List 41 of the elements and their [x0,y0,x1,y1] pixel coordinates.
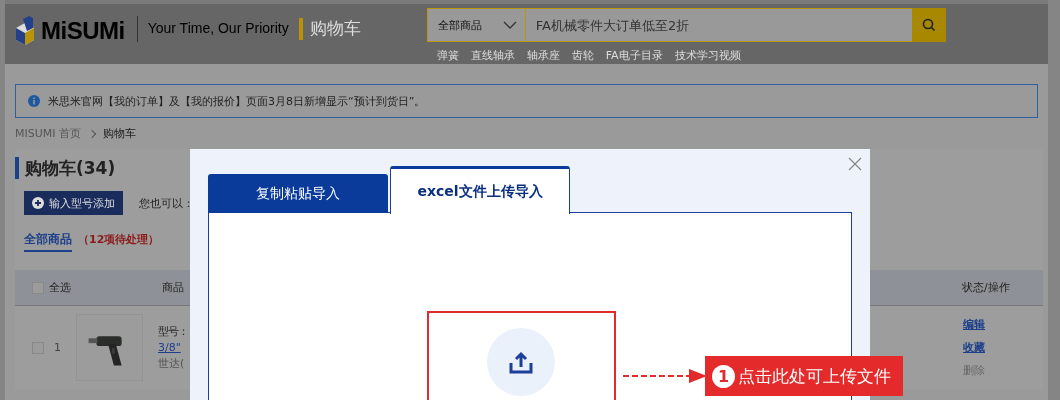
row-number: 1 [53,341,62,354]
quick-link[interactable]: 齿轮 [571,48,594,63]
upload-icon [509,350,533,374]
step-number: 1 [712,364,735,388]
add-by-model-button[interactable]: 输入型号添加 [24,191,123,215]
notice-text: 米思米官网【我的订单】及【我的报价】页面3月8日新增显示“预计到货日”。 [48,93,426,109]
breadcrumb-link[interactable]: 购物车 [103,126,136,141]
model-label: 型号： [158,324,188,339]
chevron-down-icon [502,21,517,29]
slogan: Your Time, Our Priority [147,20,289,36]
search-field[interactable]: FA机械零件大订单低至2折 [525,8,912,42]
product-link[interactable]: 3/8" [158,341,188,354]
quick-link[interactable]: FA电子目录 [605,48,663,63]
column-header: 商品 [162,280,185,295]
dialog-tab[interactable]: 复制粘贴导入 [208,174,388,213]
cart-tab[interactable]: 全部商品 [24,231,72,252]
upload-area[interactable] [426,311,616,400]
close-icon [848,157,862,171]
dialog-tab[interactable]: excel文件上传导入 [390,166,570,214]
pending-count: （12项待处理） [78,232,160,247]
also-label: 您也可以： [139,195,194,211]
logo[interactable]: MiSUMi [41,17,125,45]
select-all-label: 全选 [49,280,71,295]
quick-link[interactable]: 技术学习视频 [674,48,741,63]
brand-text: 世达( [158,356,186,371]
search-icon [921,18,936,32]
column-header: 状态/操作 [962,280,1010,295]
quick-link[interactable]: 轴承座 [526,48,560,63]
action-link[interactable]: 编辑 [963,317,985,332]
quick-link[interactable]: 弹簧 [436,48,459,63]
callout-text: 点击此处可上传文件 [738,364,891,388]
plus-icon [32,197,44,209]
quick-link[interactable]: 直线轴承 [470,48,515,63]
action-link[interactable]: 收藏 [963,340,985,355]
cube-logo-icon [13,16,37,46]
info-icon [28,95,40,107]
breadcrumb-link[interactable]: MISUMI 首页 [15,126,81,141]
page-title: 购物车 [309,17,361,40]
close-button[interactable] [848,157,862,171]
category-dropdown[interactable]: 全部商品 [426,8,526,42]
search-button[interactable] [911,8,946,42]
